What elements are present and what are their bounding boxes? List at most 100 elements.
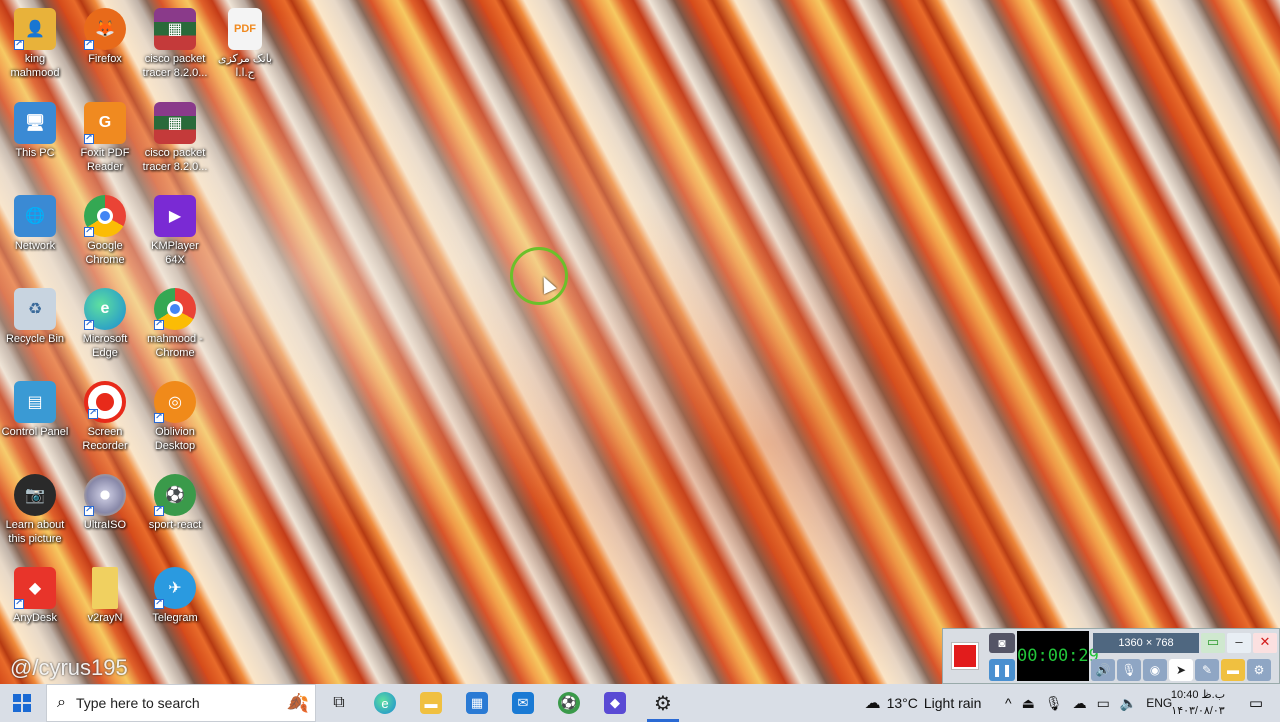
pause-button[interactable]: ❚❚ [989,659,1015,681]
desktop-icon-foxit[interactable]: G Foxit PDF Reader [70,102,140,174]
microphone-button[interactable]: 🎙 [1117,659,1141,681]
icon-label: KMPlayer 64X [151,240,199,266]
icon-label: Screen Recorder [82,426,128,452]
anydesk-icon: ◆ [14,567,56,609]
icon-label: Learn about this picture [5,519,65,545]
user-folder-icon: 👤 [14,8,56,50]
camera-icon: ◙ [998,636,1006,650]
cursor-highlight-ring [510,247,568,305]
pointer-icon: ➤ [1175,663,1187,677]
start-button[interactable] [0,684,44,722]
open-folder-button[interactable]: ▬ [1221,659,1245,681]
settings-button[interactable]: ⚙ [1247,659,1271,681]
desktop-icon-anydesk[interactable]: ◆ AnyDesk [0,567,70,625]
desktop-icon-recycle-bin[interactable]: ♻ Recycle Bin [0,288,70,346]
minimize-button[interactable]: – [1227,633,1251,653]
clock[interactable]: 10:40 ب.ظ ۱۴۰۳/۰۸/۰۳ [1166,684,1230,722]
foxit-pdf-icon: G [84,102,126,144]
chrome-profile-icon [154,288,196,330]
desktop-icon-pdf-bank[interactable]: PDF بانک مرکزی ج.ا.ا [210,8,280,80]
fullscreen-button[interactable]: ▭ [1201,633,1225,653]
icon-label: Network [14,240,56,252]
screenshot-button[interactable]: ◙ [989,633,1015,653]
network-icon: 🌐 [14,195,56,237]
archive-icon: ▦ [154,102,196,144]
desktop-icon-sport-react[interactable]: ⚽ sport-react [140,474,210,532]
pdf-file-icon: PDF [228,8,262,50]
cursor-button[interactable]: ➤ [1169,659,1193,681]
folder-icon: ▬ [1227,663,1239,677]
desktop-icon-cisco-packet-tracer-2[interactable]: ▦ cisco packet tracer 8.2.0... [140,102,210,174]
desktop-icon-firefox[interactable]: 🦊 Firefox [70,8,140,66]
taskbar-settings[interactable]: ⚙ [640,684,686,722]
task-view-button[interactable]: ⧉ [316,684,362,722]
desktop-icon-learn-about-picture[interactable]: 📷 Learn about this picture [0,474,70,546]
folder-icon [92,567,118,609]
icon-label: cisco packet tracer 8.2.0... [142,147,208,173]
icon-label: UltraISO [83,519,127,531]
close-button[interactable]: ✕ [1253,633,1277,653]
desktop-icon-mahmood-chrome[interactable]: mahmood - Chrome [140,288,210,360]
taskbar-sport-react[interactable]: ⚽ [546,684,592,722]
icon-label: Foxit PDF Reader [80,147,130,173]
stop-icon [954,645,976,667]
soccer-ball-icon: ⚽ [558,692,580,714]
weather-temp: 13°C [886,695,918,711]
cube-icon: ◆ [604,692,626,714]
task-view-icon: ⧉ [333,694,345,711]
gear-icon: ⚙ [654,692,672,715]
search-placeholder: Type here to search [75,695,200,711]
taskbar-store[interactable]: ▦ [454,684,500,722]
recycle-bin-icon: ♻ [14,288,56,330]
webcam-button[interactable]: ◉ [1143,659,1167,681]
taskbar-file-explorer[interactable]: ▬ [408,684,454,722]
desktop-icon-google-chrome[interactable]: Google Chrome [70,195,140,267]
speaker-button[interactable]: 🔊 [1091,659,1115,681]
desktop-icon-this-pc[interactable]: 🖥 This PC [0,102,70,160]
icon-label: cisco packet tracer 8.2.0... [142,53,208,79]
desktop-icon-v2rayn[interactable]: v2rayN [70,567,140,625]
desktop-icon-kmplayer[interactable]: ▶ KMPlayer 64X [140,195,210,267]
chevron-up-icon[interactable]: ^ [1005,695,1012,711]
desktop-icon-microsoft-edge[interactable]: e Microsoft Edge [70,288,140,360]
stop-record-button[interactable] [951,642,979,670]
speaker-icon: 🔊 [1095,663,1111,677]
search-box[interactable]: ⌕ Type here to search 🍂 [46,684,316,722]
taskbar-mail[interactable]: ✉ [500,684,546,722]
desktop-wallpaper: 👤 king mahmood 🖥 This PC 🌐 Network ♻ Rec… [0,0,1280,684]
desktop-icon-control-panel[interactable]: ▤ Control Panel [0,381,70,439]
rain-cloud-icon: ☁ [864,695,881,712]
chrome-icon [84,195,126,237]
kmplayer-icon: ▶ [154,195,196,237]
desktop-icon-telegram[interactable]: ✈ Telegram [140,567,210,625]
desktop-icon-king-mahmood[interactable]: 👤 king mahmood [0,8,70,80]
desktop-icon-cisco-packet-tracer-1[interactable]: ▦ cisco packet tracer 8.2.0... [140,8,210,80]
onedrive-icon[interactable]: ☁ [1073,695,1087,712]
desktop-icon-oblivion[interactable]: ◎ Oblivion Desktop [140,381,210,453]
search-icon: ⌕ [57,694,66,711]
icon-label: king mahmood [10,53,60,79]
weather-widget[interactable]: ☁ 13°C Light rain [858,684,988,722]
taskbar-edge[interactable]: e [362,684,408,722]
screen-recorder-icon [84,381,126,423]
computer-icon: 🖥 [14,102,56,144]
network-icon[interactable]: ▭ [1097,695,1110,712]
microphone-icon[interactable]: 🎙 [1045,695,1063,712]
volume-icon[interactable]: 🔈 [1120,695,1137,712]
usb-icon[interactable]: ⏏ [1022,695,1035,712]
notifications-button[interactable]: ▭ [1236,684,1276,722]
soccer-ball-icon: ⚽ [154,474,196,516]
notification-icon: ▭ [1248,695,1264,712]
oblivion-icon: ◎ [154,381,196,423]
edge-icon: e [374,692,396,714]
clock-time: 10:40 ب.ظ [1170,689,1226,701]
taskbar-app-cube[interactable]: ◆ [592,684,638,722]
desktop-icon-ultraiso[interactable]: UltraISO [70,474,140,532]
desktop-icon-network[interactable]: 🌐 Network [0,195,70,253]
icon-label: Oblivion Desktop [154,426,196,452]
icon-label: Recycle Bin [5,333,65,345]
folder-icon: ▬ [420,692,442,714]
pause-icon: ❚❚ [991,663,1013,677]
desktop-icon-screen-recorder[interactable]: Screen Recorder [70,381,140,453]
draw-button[interactable]: ✎ [1195,659,1219,681]
